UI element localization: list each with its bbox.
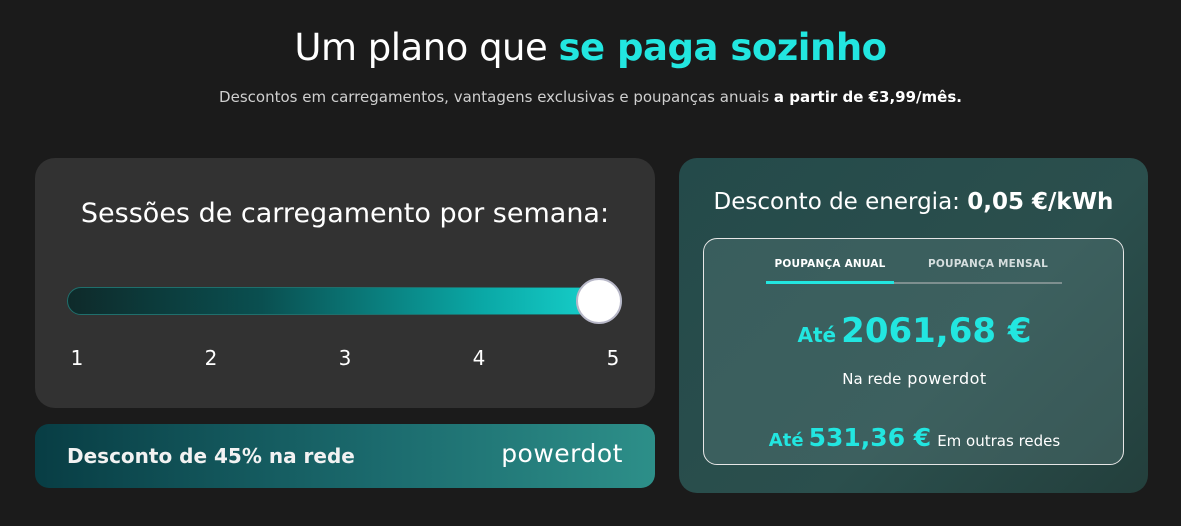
page-subtitle: Descontos em carregamentos, vantagens ex…: [0, 88, 1181, 106]
title-plain: Um plano que: [294, 26, 559, 69]
tab-annual-savings[interactable]: POUPANÇA ANUAL: [766, 258, 894, 284]
powerdot-logo: powerdot: [501, 439, 623, 468]
other-savings-amount: 531,36 €: [808, 423, 932, 452]
subtitle-price: a partir de €3,99/mês.: [773, 88, 962, 106]
other-savings-label: Em outras redes: [937, 432, 1061, 450]
slider-tick: 3: [338, 346, 352, 370]
energy-discount-heading: Desconto de energia: 0,05 €/kWh: [679, 189, 1148, 215]
network-label-text: Na rede: [842, 370, 902, 388]
tab-monthly-savings[interactable]: POUPANÇA MENSAL: [914, 258, 1062, 284]
savings-panel: POUPANÇA ANUAL POUPANÇA MENSAL Até 2061,…: [703, 238, 1124, 465]
network-discount-text: Desconto de 45% na rede: [67, 444, 355, 468]
sessions-card: Sessões de carregamento por semana: 1 2 …: [35, 158, 655, 408]
page-title: Um plano que se paga sozinho: [0, 26, 1181, 69]
slider-tick: 1: [70, 346, 84, 370]
sessions-slider-ticks: 1 2 3 4 5: [67, 346, 622, 372]
other-networks-savings: Até 531,36 € Em outras redes: [704, 423, 1125, 452]
sessions-slider-thumb[interactable]: [576, 278, 622, 324]
savings-tabs: POUPANÇA ANUAL POUPANÇA MENSAL: [766, 258, 1062, 284]
network-discount-banner: Desconto de 45% na rede powerdot: [35, 424, 655, 488]
powerdot-logo: powerdot: [907, 369, 987, 388]
sessions-heading: Sessões de carregamento por semana:: [80, 198, 610, 229]
title-highlight: se paga sozinho: [558, 26, 888, 69]
slider-tick: 4: [472, 346, 486, 370]
slider-tick: 5: [606, 346, 620, 370]
savings-card: Desconto de energia: 0,05 €/kWh POUPANÇA…: [679, 158, 1148, 493]
slider-tick: 2: [204, 346, 218, 370]
network-savings-prefix: Até: [797, 323, 837, 347]
sessions-slider-track[interactable]: [67, 287, 622, 315]
energy-discount-label: Desconto de energia:: [713, 189, 968, 215]
network-label: Na rede powerdot: [704, 369, 1125, 388]
energy-discount-value: 0,05 €/kWh: [967, 189, 1114, 215]
other-savings-prefix: Até: [768, 430, 804, 451]
network-savings: Até 2061,68 €: [704, 311, 1125, 351]
subtitle-plain: Descontos em carregamentos, vantagens ex…: [219, 88, 774, 106]
network-savings-amount: 2061,68 €: [841, 311, 1032, 351]
